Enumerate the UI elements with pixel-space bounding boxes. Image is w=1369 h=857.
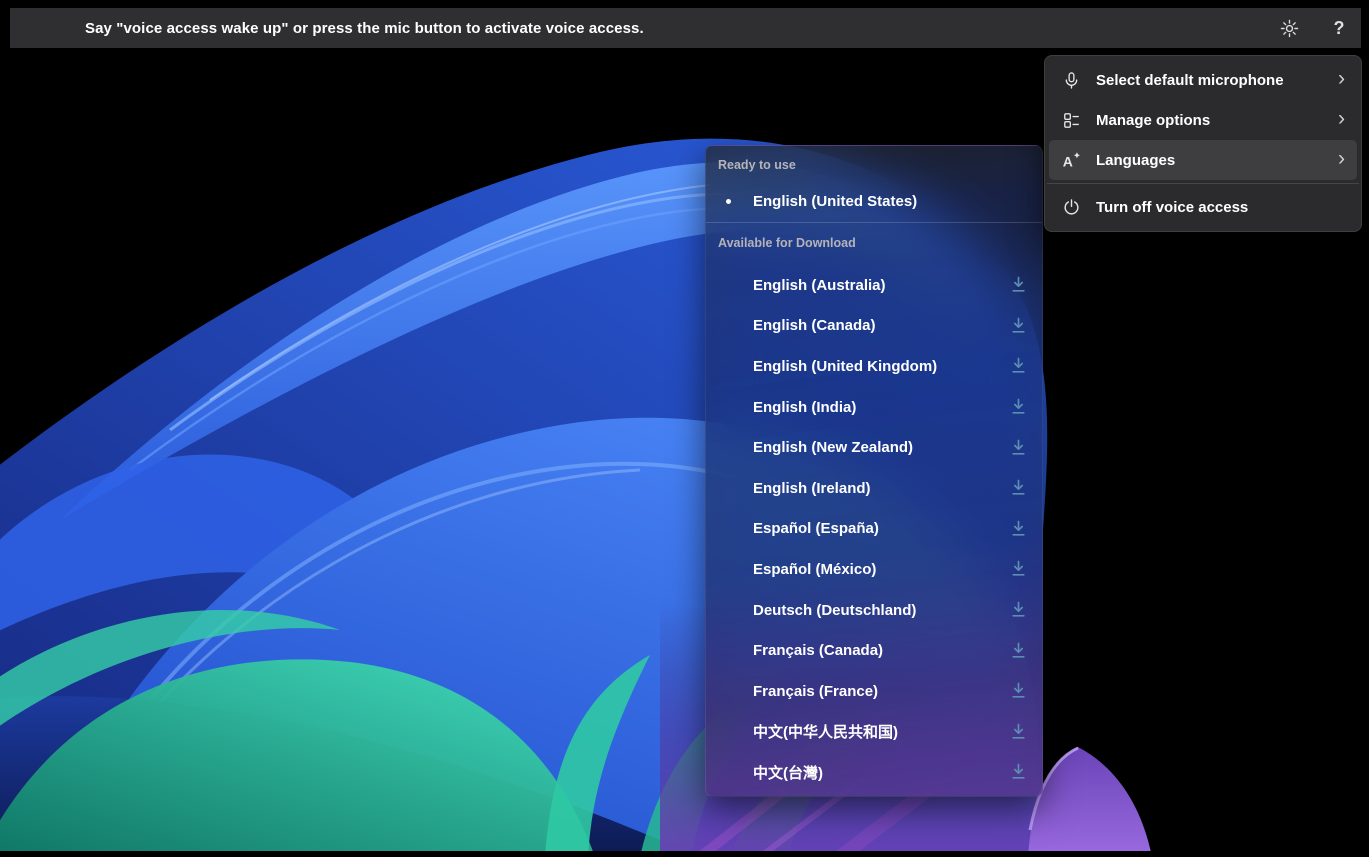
language-label: Español (México): [753, 561, 1042, 578]
language-item[interactable]: Français (Canada): [706, 630, 1042, 671]
language-item[interactable]: Français (France): [706, 671, 1042, 712]
language-item[interactable]: Deutsch (Deutschland): [706, 590, 1042, 631]
language-label: Français (Canada): [753, 642, 1042, 659]
download-icon[interactable]: [1011, 560, 1026, 577]
menu-item-label: Select default microphone: [1096, 72, 1330, 89]
languages-icon: A: [1059, 148, 1083, 172]
download-icon[interactable]: [1011, 479, 1026, 496]
ready-to-use-header: Ready to use: [718, 156, 1042, 174]
language-item[interactable]: 中文(中华人民共和国): [706, 712, 1042, 753]
voice-access-context-menu: Select default microphone › Manage optio…: [1044, 55, 1362, 232]
menu-item[interactable]: Manage options ›: [1049, 100, 1357, 140]
menu-item-label: Turn off voice access: [1096, 199, 1330, 216]
menu-item-label: Languages: [1096, 152, 1330, 169]
help-icon[interactable]: ?: [1327, 16, 1351, 40]
menu-divider: [1047, 183, 1359, 184]
language-label: English (United Kingdom): [753, 358, 1042, 375]
language-label: English (India): [753, 399, 1042, 416]
language-item[interactable]: English (Australia): [706, 265, 1042, 306]
language-label: 中文(台灣): [753, 762, 1042, 783]
download-icon[interactable]: [1011, 439, 1026, 456]
menu-item-label: Manage options: [1096, 112, 1330, 129]
voice-access-bar: Say "voice access wake up" or press the …: [10, 8, 1361, 48]
language-label: Español (España): [753, 520, 1042, 537]
language-item-current[interactable]: English (United States): [706, 180, 1042, 222]
manage-options-icon: [1059, 108, 1083, 132]
available-for-download-header: Available for Download: [718, 234, 1042, 252]
power-icon: [1059, 195, 1083, 219]
language-item[interactable]: English (India): [706, 387, 1042, 428]
language-item[interactable]: Español (España): [706, 509, 1042, 550]
settings-gear-icon[interactable]: [1277, 16, 1301, 40]
language-label: English (Australia): [753, 277, 1042, 294]
svg-text:A: A: [1062, 153, 1072, 169]
download-icon[interactable]: [1011, 520, 1026, 537]
language-item[interactable]: English (New Zealand): [706, 427, 1042, 468]
menu-item[interactable]: Select default microphone ›: [1049, 60, 1357, 100]
download-icon[interactable]: [1011, 398, 1026, 415]
menu-item[interactable]: Turn off voice access ›: [1049, 187, 1357, 227]
languages-submenu: Ready to use English (United States) Ava…: [705, 145, 1043, 797]
download-icon[interactable]: [1011, 357, 1026, 374]
chevron-right-icon: ›: [1330, 68, 1347, 92]
voice-access-message: Say "voice access wake up" or press the …: [10, 20, 644, 37]
language-label: English (Canada): [753, 317, 1042, 334]
microphone-icon: [1059, 68, 1083, 92]
submenu-separator: [706, 222, 1042, 223]
downloadable-language-list: English (Australia) English (Canada) Eng…: [706, 252, 1042, 793]
language-label: Français (France): [753, 683, 1042, 700]
download-icon[interactable]: [1011, 763, 1026, 780]
chevron-right-icon: ›: [1330, 108, 1347, 132]
chevron-right-icon: ›: [1330, 148, 1347, 172]
language-label: English (New Zealand): [753, 439, 1042, 456]
selected-bullet-icon: [726, 199, 731, 204]
download-icon[interactable]: [1011, 682, 1026, 699]
voice-bar-actions: ?: [1277, 8, 1351, 48]
download-icon[interactable]: [1011, 642, 1026, 659]
language-label: 中文(中华人民共和国): [753, 721, 1042, 742]
language-item[interactable]: Español (México): [706, 549, 1042, 590]
download-icon[interactable]: [1011, 317, 1026, 334]
language-item[interactable]: 中文(台灣): [706, 752, 1042, 793]
language-item[interactable]: English (United Kingdom): [706, 346, 1042, 387]
language-item[interactable]: English (Ireland): [706, 468, 1042, 509]
download-icon[interactable]: [1011, 276, 1026, 293]
language-item[interactable]: English (Canada): [706, 306, 1042, 347]
language-label: English (Ireland): [753, 480, 1042, 497]
menu-item[interactable]: A Languages ›: [1049, 140, 1357, 180]
download-icon[interactable]: [1011, 601, 1026, 618]
language-label: Deutsch (Deutschland): [753, 602, 1042, 619]
download-icon[interactable]: [1011, 723, 1026, 740]
language-label: English (United States): [753, 193, 917, 210]
